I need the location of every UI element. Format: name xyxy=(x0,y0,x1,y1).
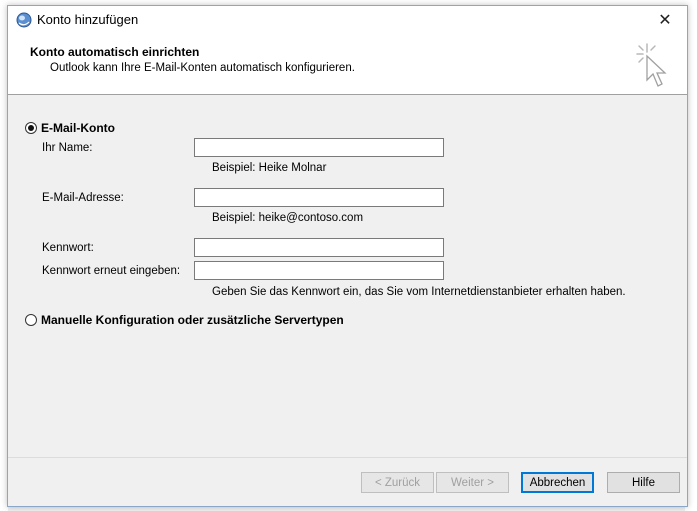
name-input[interactable] xyxy=(194,138,444,157)
close-button[interactable]: ✕ xyxy=(643,6,687,34)
title-bar: Konto hinzufügen ✕ xyxy=(8,6,687,34)
wizard-cursor-icon xyxy=(636,43,667,87)
manual-config-radio[interactable] xyxy=(25,314,37,326)
footer-separator xyxy=(8,457,687,458)
password-input[interactable] xyxy=(194,238,444,257)
password-label: Kennwort: xyxy=(42,242,94,254)
email-account-label[interactable]: E-Mail-Konto xyxy=(41,121,115,135)
header-title: Konto automatisch einrichten xyxy=(30,45,200,59)
wizard-header: Konto automatisch einrichten Outlook kan… xyxy=(8,34,687,95)
next-button[interactable]: Weiter > xyxy=(436,472,509,493)
name-hint: Beispiel: Heike Molnar xyxy=(212,162,327,174)
outlook-icon xyxy=(16,12,32,28)
email-hint: Beispiel: heike@contoso.com xyxy=(212,212,364,224)
back-button[interactable]: < Zurück xyxy=(361,472,434,493)
password-repeat-input[interactable] xyxy=(194,261,444,280)
help-button[interactable]: Hilfe xyxy=(607,472,680,493)
name-label: Ihr Name: xyxy=(42,142,93,154)
password-repeat-label: Kennwort erneut eingeben: xyxy=(42,265,181,277)
password-hint: Geben Sie das Kennwort ein, das Sie vom … xyxy=(212,286,626,298)
email-input[interactable] xyxy=(194,188,444,207)
window-title: Konto hinzufügen xyxy=(37,12,139,27)
manual-config-label[interactable]: Manuelle Konfiguration oder zusätzliche … xyxy=(41,313,344,327)
header-subtitle: Outlook kann Ihre E-Mail-Konten automati… xyxy=(50,62,355,74)
cancel-button[interactable]: Abbrechen xyxy=(521,472,594,493)
email-account-radio[interactable] xyxy=(25,122,37,134)
email-label: E-Mail-Adresse: xyxy=(42,192,124,204)
close-icon: ✕ xyxy=(658,12,672,29)
add-account-dialog: Konto hinzufügen ✕ Konto automatisch ein… xyxy=(7,5,688,507)
